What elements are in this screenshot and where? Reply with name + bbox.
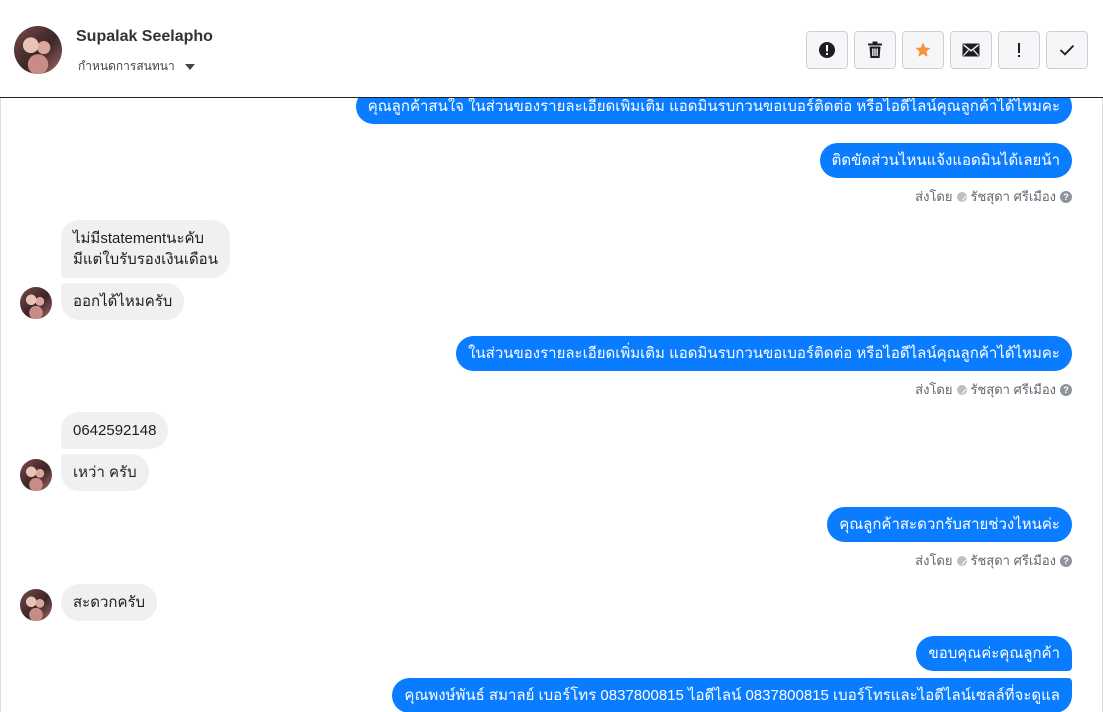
conversation-actions [806,31,1088,69]
outgoing-message[interactable]: ติดขัดส่วนไหนแจ้งแอดมินได้เลยน้า [819,143,1072,178]
contact-avatar-small[interactable] [20,589,52,621]
outgoing-message[interactable]: คุณพงษ์พันธ์ สมาลย์ เบอร์โทร 0837800815 … [392,678,1072,712]
incoming-message-line: ไม่มีstatementนะคับ [73,230,205,247]
star-icon [915,42,931,57]
sent-by-agent[interactable]: รัชสุดา ศรีเมือง [971,379,1057,400]
check-icon [1059,44,1075,56]
outgoing-message[interactable]: คุณลูกค้าสนใจ ในส่วนของรายละเอียดเพิ่มเต… [355,98,1072,124]
sent-by-label: ส่งโดย รัชสุดา ศรีเมือง ? [915,550,1072,571]
contact-avatar[interactable] [14,26,62,74]
conversation-header: Supalak Seelapho กำหนดการสนทนา [0,0,1103,98]
outgoing-message[interactable]: คุณลูกค้าสะดวกรับสายช่วงไหนค่ะ [827,507,1072,542]
message-thread[interactable]: คุณลูกค้าสนใจ ในส่วนของรายละเอียดเพิ่มเต… [0,98,1103,712]
sent-by-prefix: ส่งโดย [915,553,953,568]
sent-by-agent[interactable]: รัชสุดา ศรีเมือง [971,186,1057,207]
sent-by-label: ส่งโดย รัชสุดา ศรีเมือง ? [915,379,1072,400]
verified-icon [956,191,967,202]
verified-icon [956,555,967,566]
incoming-message-line: มีแต่ใบรับรองเงินเดือน [73,251,218,268]
incoming-message[interactable]: ออกได้ไหมครับ [61,283,185,320]
incoming-message[interactable]: ไม่มีstatementนะคับ มีแต่ใบรับรองเงินเดื… [61,220,230,278]
incoming-message[interactable]: 0642592148 [61,412,169,449]
contact-avatar-small[interactable] [20,287,52,319]
report-spam-button[interactable] [806,31,848,69]
envelope-icon [962,43,980,57]
outgoing-message[interactable]: ในส่วนของรายละเอียดเพิ่มเติม แอดมินรบกวน… [456,336,1072,371]
sent-by-prefix: ส่งโดย [915,382,953,397]
mark-done-button[interactable] [1046,31,1088,69]
help-icon[interactable]: ? [1060,190,1072,203]
incoming-message[interactable]: เหว่า ครับ [61,454,149,491]
conversation-label-text: กำหนดการสนทนา [78,59,175,73]
verified-icon [956,384,967,395]
incoming-message[interactable]: สะดวกครับ [61,584,158,621]
help-icon[interactable]: ? [1060,383,1072,396]
exclamation-icon [1018,43,1020,57]
mark-unread-button[interactable] [950,31,992,69]
contact-name[interactable]: Supalak Seelapho [76,28,213,46]
delete-button[interactable] [854,31,896,69]
contact-avatar-small[interactable] [20,459,52,491]
sent-by-label: ส่งโดย รัชสุดา ศรีเมือง ? [915,186,1072,207]
alert-circle-icon [819,42,835,58]
trash-icon [868,41,882,58]
help-icon[interactable]: ? [1060,554,1072,567]
follow-up-button[interactable] [998,31,1040,69]
outgoing-message[interactable]: ขอบคุณค่ะคุณลูกค้า [916,636,1072,671]
star-button[interactable] [902,31,944,69]
sent-by-agent[interactable]: รัชสุดา ศรีเมือง [971,550,1057,571]
caret-down-icon [184,63,195,70]
conversation-label-dropdown[interactable]: กำหนดการสนทนา [78,57,195,76]
sent-by-prefix: ส่งโดย [915,189,953,204]
